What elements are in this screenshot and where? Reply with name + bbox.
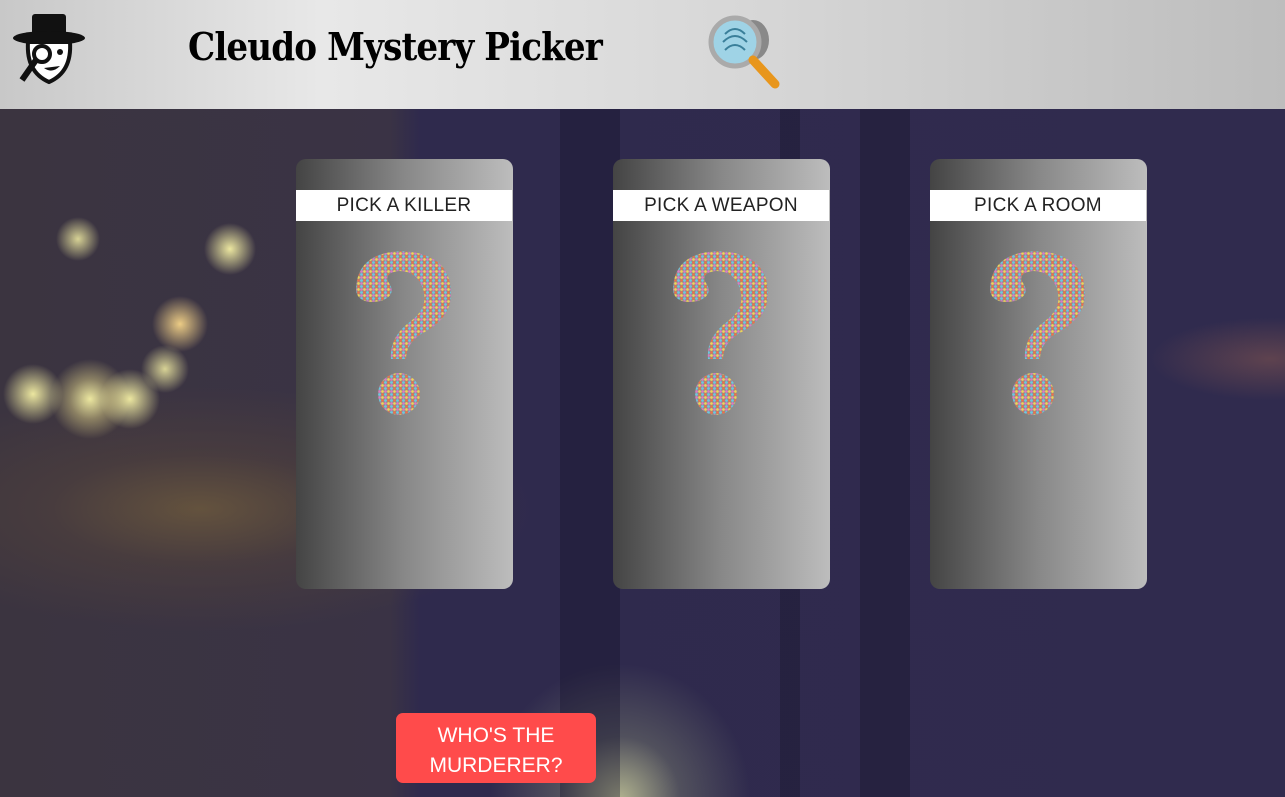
question-mark-icon xyxy=(990,251,1085,415)
whos-the-murderer-button[interactable]: WHO'S THE MURDERER? xyxy=(396,713,596,783)
app-title: Cleudo Mystery Picker xyxy=(188,24,603,69)
question-mark-icon xyxy=(356,251,451,415)
app-header: Cleudo Mystery Picker xyxy=(0,0,1285,109)
magnifier-fingerprint-icon xyxy=(708,15,780,89)
killer-card[interactable]: PICK A KILLER xyxy=(296,159,513,589)
room-card[interactable]: PICK A ROOM xyxy=(930,159,1147,589)
detective-icon xyxy=(13,14,85,85)
card-label: PICK A KILLER xyxy=(296,190,512,221)
card-label: PICK A ROOM xyxy=(930,190,1146,221)
card-label: PICK A WEAPON xyxy=(613,190,829,221)
question-mark-icon xyxy=(673,251,768,415)
weapon-card[interactable]: PICK A WEAPON xyxy=(613,159,830,589)
